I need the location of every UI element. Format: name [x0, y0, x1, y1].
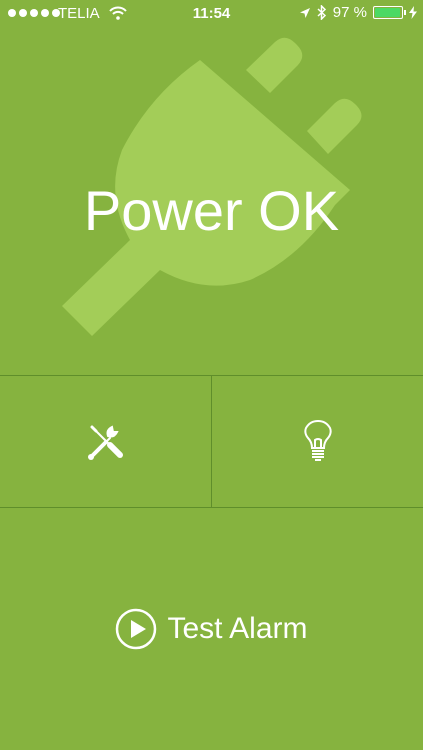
bluetooth-icon [317, 5, 326, 20]
lightbulb-icon [303, 419, 332, 461]
battery-percent: 97 % [332, 4, 367, 21]
power-status-text: Power OK [83, 179, 340, 242]
settings-button[interactable] [0, 376, 211, 507]
location-arrow-icon [299, 7, 310, 18]
power-status-panel: Power OK [0, 28, 423, 375]
test-alarm-button[interactable]: Test Alarm [0, 508, 423, 750]
tools-icon [87, 425, 123, 460]
charging-bolt-icon [409, 6, 417, 19]
status-bar: TELIA 11:54 97 % [0, 0, 423, 28]
light-button[interactable] [212, 376, 423, 507]
battery-icon [373, 6, 406, 19]
play-circle-icon [116, 608, 157, 650]
test-alarm-label: Test Alarm [167, 612, 308, 645]
